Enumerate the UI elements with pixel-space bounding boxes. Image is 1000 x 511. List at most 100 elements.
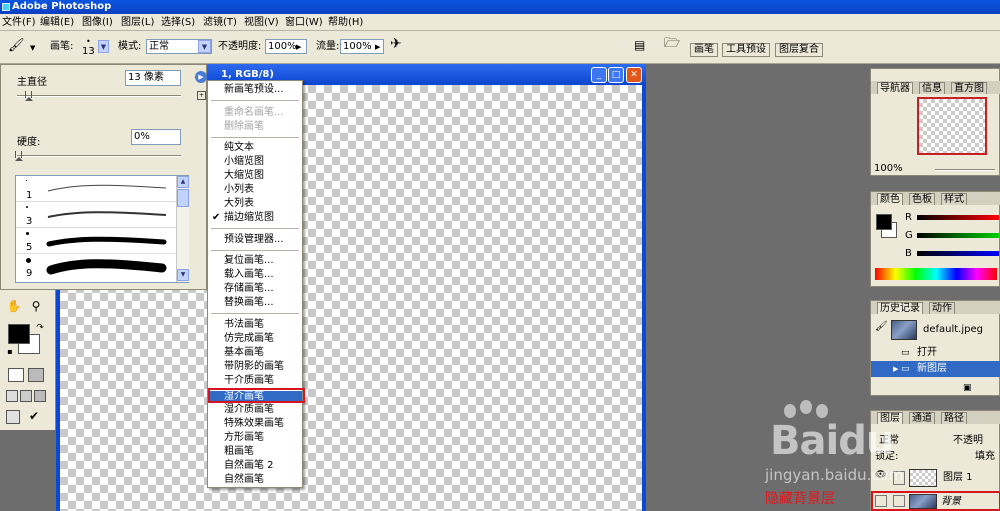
tab-info[interactable]: 信息 — [919, 82, 945, 94]
menu-item-square[interactable]: 方形画笔 — [224, 432, 264, 444]
new-preset-icon[interactable]: + — [197, 91, 206, 100]
menu-item-natural-2[interactable]: 自然画笔 2 — [224, 460, 274, 472]
menu-item-small-list[interactable]: 小列表 — [224, 184, 254, 196]
file-browser-icon[interactable]: 🗁 — [664, 37, 680, 51]
brush-preset-row[interactable]: 3 — [16, 204, 176, 228]
swap-colors-icon[interactable]: ↷ — [32, 320, 48, 336]
standard-mode-icon[interactable] — [8, 368, 24, 382]
brush-tool-icon[interactable]: 🖌 — [8, 39, 25, 53]
menu-image[interactable]: 图像(I) — [82, 16, 113, 29]
menu-item-special-effects[interactable]: 特殊效果画笔 — [224, 418, 284, 430]
menu-item-text-only[interactable]: 纯文本 — [224, 142, 254, 154]
tab-navigator[interactable]: 导航器 — [877, 82, 913, 94]
panel-menu-arrow-icon[interactable]: ▶ — [195, 71, 207, 83]
well-tab-brushes[interactable]: 画笔 — [690, 43, 718, 57]
menu-item-preset-manager[interactable]: 预设管理器... — [224, 234, 284, 246]
opacity-arrow-icon[interactable]: ▶ — [296, 40, 301, 54]
tool-preset-arrow-icon[interactable]: ▼ — [30, 41, 35, 55]
menu-item-small-thumbnail[interactable]: 小缩览图 — [224, 156, 264, 168]
history-new-snapshot-icon[interactable]: ▣ — [963, 383, 972, 393]
menu-item-calligraphic[interactable]: 书法画笔 — [224, 319, 264, 331]
brush-preset-row[interactable]: 5 — [16, 230, 176, 254]
tab-channels[interactable]: 通道 — [909, 412, 935, 424]
well-tab-layer-comps[interactable]: 图层复合 — [775, 43, 823, 57]
eye-toggle-empty[interactable] — [875, 495, 887, 507]
menu-item-drop-shadow[interactable]: 带阴影的画笔 — [224, 361, 284, 373]
history-step-active[interactable]: ▶ ▭ 新图层 — [871, 361, 1000, 377]
layer-row-background[interactable]: 背景 — [871, 491, 1000, 511]
brush-size[interactable]: 13 — [82, 45, 95, 59]
menu-window[interactable]: 窗口(W) — [285, 16, 323, 29]
menu-item-faux-finish[interactable]: 仿完成画笔 — [224, 333, 274, 345]
menu-item-basic[interactable]: 基本画笔 — [224, 347, 264, 359]
tab-styles[interactable]: 样式 — [941, 193, 967, 205]
channel-g-slider[interactable] — [917, 233, 999, 238]
mode-dropdown-arrow[interactable]: ▼ — [198, 40, 211, 53]
menu-edit[interactable]: 编辑(E) — [40, 16, 74, 29]
history-snapshot-row[interactable]: 🖌 default.jpeg — [871, 319, 1000, 341]
checkmark-icon[interactable]: ✔ — [26, 408, 42, 424]
menu-item-large-list[interactable]: 大列表 — [224, 198, 254, 210]
menu-item-dry-media[interactable]: 干介质画笔 — [224, 375, 274, 387]
tab-paths[interactable]: 路径 — [941, 412, 967, 424]
hand-tool-icon[interactable]: ✋ — [6, 298, 22, 314]
menu-filter[interactable]: 滤镜(T) — [203, 16, 237, 29]
scroll-up-icon[interactable]: ▲ — [177, 176, 189, 188]
zoom-tool-icon[interactable]: ⚲ — [28, 298, 44, 314]
channel-b-slider[interactable] — [917, 251, 999, 256]
menu-view[interactable]: 视图(V) — [244, 16, 279, 29]
menu-item-replace-brushes[interactable]: 替换画笔... — [224, 297, 274, 309]
layer-name[interactable]: 背景 — [941, 494, 961, 510]
layer-link-box[interactable] — [893, 495, 905, 507]
brush-picker-arrow[interactable]: ▼ — [98, 40, 109, 53]
airbrush-icon[interactable]: ✈ — [390, 37, 402, 51]
hardness-field[interactable]: 0% — [131, 129, 181, 145]
layer-name[interactable]: 图层 1 — [943, 470, 973, 486]
navigator-thumbnail[interactable] — [917, 97, 987, 155]
menu-file[interactable]: 文件(F) — [2, 16, 36, 29]
close-button[interactable]: ✕ — [626, 67, 642, 83]
menu-item-wet-media[interactable]: 湿介质画笔 — [224, 404, 274, 416]
menu-item-thick-heavy[interactable]: 粗画笔 — [224, 446, 254, 458]
menu-help[interactable]: 帮助(H) — [328, 16, 363, 29]
tab-swatches[interactable]: 色板 — [909, 193, 935, 205]
history-brush-source-icon[interactable]: 🖌 — [875, 319, 888, 335]
brush-list-scrollbar[interactable]: ▲ ▼ — [176, 176, 189, 282]
master-diameter-field[interactable]: 13 像素 — [125, 70, 181, 86]
flow-arrow-icon[interactable]: ▶ — [375, 40, 380, 54]
jump-imageready-icon[interactable] — [6, 410, 20, 424]
history-step[interactable]: ▭ 打开 — [871, 345, 1000, 361]
menu-select[interactable]: 选择(S) — [161, 16, 195, 29]
scroll-thumb[interactable] — [177, 189, 189, 207]
menu-item-load-brushes[interactable]: 载入画笔... — [224, 269, 274, 281]
quickmask-mode-icon[interactable] — [28, 368, 44, 382]
tab-histogram[interactable]: 直方图 — [951, 82, 987, 94]
menu-layer[interactable]: 图层(L) — [121, 16, 154, 29]
tab-actions[interactable]: 动作 — [929, 302, 955, 314]
default-colors-icon[interactable]: ▪ — [2, 344, 18, 360]
brushes-palette-icon[interactable]: ▤ — [634, 38, 645, 52]
navigator-zoom-slider[interactable] — [935, 169, 995, 171]
hardness-slider-track[interactable] — [17, 155, 181, 157]
menu-item-natural[interactable]: 自然画笔 — [224, 474, 264, 486]
menu-item-large-thumbnail[interactable]: 大缩览图 — [224, 170, 264, 182]
color-fg-swatch[interactable] — [876, 214, 892, 230]
brush-preset-row[interactable]: 1 — [16, 178, 176, 202]
channel-r-slider[interactable] — [917, 215, 999, 220]
screen-mode-standard-icon[interactable] — [6, 390, 18, 402]
menu-item-reset-brushes[interactable]: 复位画笔... — [224, 255, 274, 267]
diameter-slider-knob[interactable] — [25, 91, 33, 101]
tab-color[interactable]: 颜色 — [877, 193, 903, 205]
scroll-down-icon[interactable]: ▼ — [177, 269, 189, 281]
screen-mode-full-icon[interactable] — [20, 390, 32, 402]
menu-item-new-preset[interactable]: 新画笔预设... — [224, 84, 284, 96]
color-spectrum-ramp[interactable] — [875, 268, 997, 280]
screen-mode-full-black-icon[interactable] — [34, 390, 46, 402]
menu-item-stroke-thumbnail[interactable]: 描边缩览图 — [224, 212, 274, 224]
maximize-button[interactable]: □ — [608, 67, 624, 83]
hardness-slider-knob[interactable] — [15, 151, 23, 161]
tab-history[interactable]: 历史记录 — [877, 302, 923, 314]
menu-item-save-brushes[interactable]: 存储画笔... — [224, 283, 274, 295]
brush-preset-row[interactable]: 9 — [16, 256, 176, 280]
navigator-zoom[interactable]: 100% — [874, 163, 903, 174]
